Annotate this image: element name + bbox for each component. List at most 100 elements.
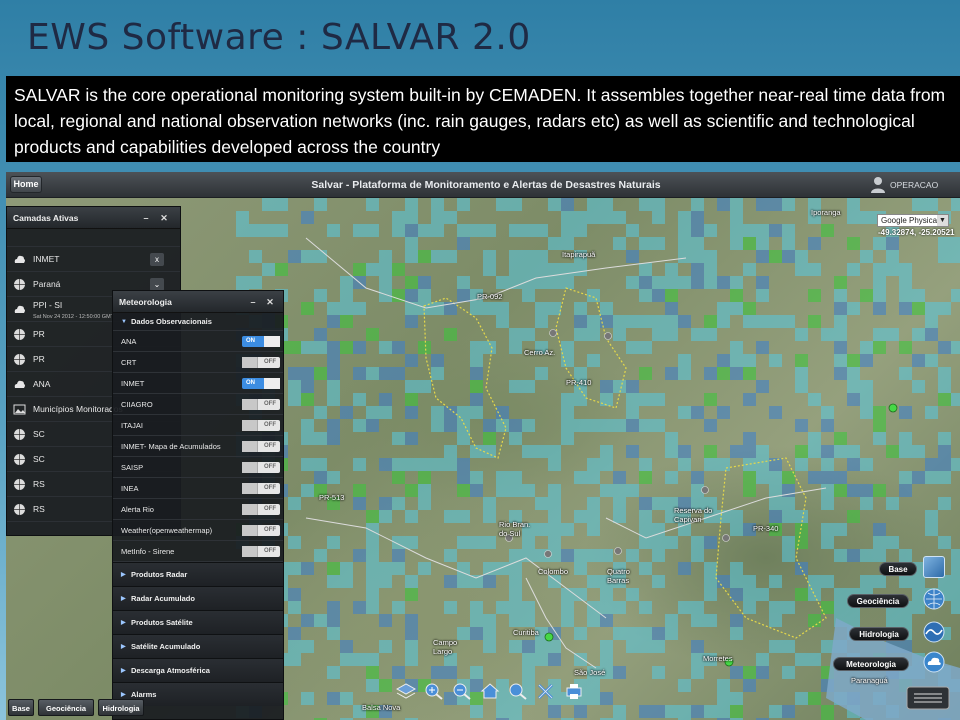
- side-menu-geociencia[interactable]: Geociência: [847, 594, 909, 608]
- toggle-knob: [242, 357, 258, 368]
- panel-header: Camadas Ativas – ✕: [7, 207, 180, 229]
- side-menu-meteorologia[interactable]: Meteorologia: [833, 657, 909, 671]
- meteo-source-row: CRT OFF: [113, 352, 283, 373]
- close-icon[interactable]: ✕: [264, 296, 276, 308]
- map-label: Reserva do Capivari: [674, 506, 713, 524]
- section-label: Dados Observacionais: [131, 317, 212, 326]
- chevron-down-icon[interactable]: ▼: [937, 215, 948, 226]
- layer-label: ANA: [33, 379, 51, 389]
- layer-label: PR: [33, 354, 45, 364]
- layer-label: RS: [33, 504, 45, 514]
- map-label: PR-513: [319, 493, 345, 502]
- globe-icon[interactable]: [923, 588, 945, 610]
- close-icon[interactable]: ✕: [158, 212, 170, 224]
- toggle-state: OFF: [264, 359, 276, 365]
- meteo-source-label: CRT: [121, 358, 137, 367]
- chevron-down-icon: ▼: [121, 319, 127, 325]
- meteo-subsection[interactable]: ▶ Satélite Acumulado: [113, 634, 283, 658]
- toggle-switch[interactable]: OFF: [242, 399, 280, 410]
- minimize-icon[interactable]: –: [140, 212, 152, 224]
- layer-row[interactable]: INMET x: [7, 247, 180, 272]
- image-icon: [13, 404, 26, 415]
- toggle-switch[interactable]: OFF: [242, 357, 280, 368]
- meteo-source-label: MetInfo - Sirene: [121, 547, 175, 556]
- remove-layer-button[interactable]: x: [150, 253, 164, 266]
- toggle-switch[interactable]: OFF: [242, 420, 280, 431]
- toggle-switch[interactable]: OFF: [242, 483, 280, 494]
- meteo-source-label: Weather(openweathermap): [121, 526, 213, 535]
- legend-icon[interactable]: [906, 686, 950, 710]
- meteo-source-label: ANA: [121, 337, 137, 346]
- globe-icon: [14, 504, 25, 515]
- meteo-subsections: ▶ Produtos Radar ▶ Radar Acumulado ▶ Produtos…: [113, 562, 283, 706]
- layer-label: RS: [33, 479, 45, 489]
- map-label: Campo Largo: [433, 638, 458, 656]
- search-icon[interactable]: [508, 682, 528, 700]
- tools-icon[interactable]: [536, 682, 556, 700]
- base-image-icon[interactable]: [923, 556, 945, 578]
- layers-icon[interactable]: [396, 682, 416, 700]
- meteo-subsection[interactable]: ▶ Radar Acumulado: [113, 586, 283, 610]
- toggle-switch[interactable]: OFF: [242, 525, 280, 536]
- map-type-select[interactable]: Google Physical ▼: [877, 214, 949, 227]
- toggle-state: OFF: [264, 422, 276, 428]
- coordinate-readout: -49.32874, -25.20521: [878, 228, 955, 237]
- minimize-icon[interactable]: –: [247, 296, 259, 308]
- map-label: PR-340: [753, 524, 779, 533]
- toggle-state: OFF: [264, 527, 276, 533]
- layer-label: Paraná: [33, 279, 61, 289]
- map-label: PR-092: [477, 292, 503, 301]
- toggle-knob: [242, 462, 258, 473]
- section-dados-observacionais[interactable]: ▼ Dados Observacionais: [113, 313, 283, 331]
- toggle-switch[interactable]: ON: [242, 378, 280, 389]
- home-map-icon[interactable]: [480, 682, 500, 700]
- meteo-subsection[interactable]: ▶ Produtos Radar: [113, 562, 283, 586]
- user-label[interactable]: OPERACAO: [890, 172, 938, 198]
- slide-title: EWS Software : SALVAR 2.0: [27, 17, 531, 58]
- bottom-tab-geociencia[interactable]: Geociência: [38, 699, 94, 716]
- panel-toolbar: [7, 229, 180, 247]
- toggle-knob: [264, 378, 280, 389]
- meteo-subsection[interactable]: ▶ Descarga Atmosférica: [113, 658, 283, 682]
- print-icon[interactable]: [564, 682, 584, 700]
- description-box: SALVAR is the core operational monitorin…: [6, 76, 960, 162]
- meteo-subsection[interactable]: ▶ Produtos Satélite: [113, 610, 283, 634]
- panel-title: Camadas Ativas: [13, 213, 79, 223]
- map-label: Morretes: [703, 654, 733, 663]
- globe-icon: [14, 329, 25, 340]
- toggle-state: OFF: [264, 548, 276, 554]
- side-menu-hidrologia[interactable]: Hidrologia: [849, 627, 909, 641]
- cloud-icon: [14, 305, 25, 313]
- cloud-icon[interactable]: [923, 651, 945, 673]
- bottom-tab-hidrologia[interactable]: Hidrologia: [98, 699, 144, 716]
- chevron-right-icon: ▶: [121, 572, 126, 578]
- bottom-tab-base[interactable]: Base: [8, 699, 34, 716]
- zoom-out-icon[interactable]: [452, 682, 472, 700]
- toggle-state: ON: [246, 338, 255, 344]
- meteo-source-row: Alerta Rio OFF: [113, 499, 283, 520]
- meteo-toggle-list: ANA ON CRT OFF INMET ON CIIAGRO OFF ITAJAI OFF INM…: [113, 331, 283, 562]
- toggle-knob: [264, 336, 280, 347]
- toggle-switch[interactable]: ON: [242, 336, 280, 347]
- wave-icon[interactable]: [923, 621, 945, 643]
- cloud-icon: [14, 255, 25, 263]
- zoom-in-icon[interactable]: [424, 682, 444, 700]
- user-icon[interactable]: [870, 176, 886, 194]
- toggle-switch[interactable]: OFF: [242, 546, 280, 557]
- meteo-source-label: Alerta Rio: [121, 505, 154, 514]
- meteo-source-label: SAISP: [121, 463, 144, 472]
- toggle-switch[interactable]: OFF: [242, 504, 280, 515]
- meteo-source-row: INMET- Mapa de Acumulados OFF: [113, 436, 283, 457]
- globe-icon: [14, 354, 25, 365]
- toggle-switch[interactable]: OFF: [242, 441, 280, 452]
- toggle-switch[interactable]: OFF: [242, 462, 280, 473]
- map-type-value: Google Physical: [881, 216, 939, 225]
- globe-icon: [14, 479, 25, 490]
- meteo-source-row: INMET ON: [113, 373, 283, 394]
- cloud-icon: [14, 380, 25, 388]
- globe-icon: [14, 429, 25, 440]
- meteo-source-row: ITAJAI OFF: [113, 415, 283, 436]
- side-menu-base[interactable]: Base: [879, 562, 917, 576]
- toggle-knob: [242, 399, 258, 410]
- home-button[interactable]: Home: [10, 176, 42, 193]
